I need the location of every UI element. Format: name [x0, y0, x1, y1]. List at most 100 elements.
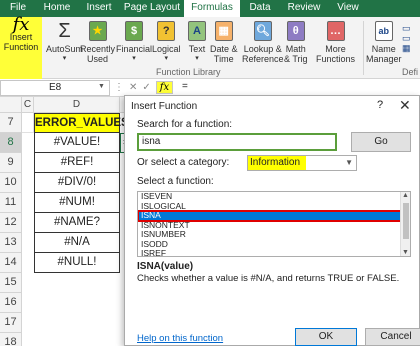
tab-data[interactable]: Data — [240, 0, 280, 17]
function-list[interactable]: ISEVEN ISLOGICAL ISNA ISNONTEXT ISNUMBER… — [137, 191, 411, 257]
tab-formulas[interactable]: Formulas — [184, 0, 240, 17]
name-manager-icon: ab — [373, 20, 395, 42]
name-box[interactable]: E8 — [0, 80, 110, 96]
autosum-button[interactable]: Σ AutoSum ▾ — [46, 20, 83, 64]
row-header-15[interactable]: 15 — [0, 273, 22, 293]
function-item-isodd[interactable]: ISODD — [138, 239, 410, 250]
date-time-button[interactable]: ▦ Date & Time — [210, 20, 238, 64]
logical-button[interactable]: ? Logical ▾ — [152, 20, 181, 64]
math-trig-button[interactable]: θ Math & Trig — [284, 20, 308, 64]
calendar-book-icon: ▦ — [213, 20, 235, 42]
lookup-reference-button[interactable]: 🔍︎ Lookup & Reference — [242, 20, 284, 64]
financial-button[interactable]: $ Financial ▾ — [116, 20, 152, 64]
tab-home[interactable]: Home — [36, 0, 78, 17]
more-functions-line1: More — [325, 44, 346, 54]
cancel-icon[interactable]: ✕ — [129, 82, 137, 93]
create-from-selection-icon: ▦ — [402, 43, 411, 53]
category-value: Information — [248, 156, 307, 170]
select-all-corner[interactable] — [0, 97, 22, 113]
use-in-formula-icon: ▭ — [402, 33, 411, 43]
category-label: Or select a category: — [137, 157, 230, 168]
column-header-c[interactable]: C — [22, 97, 34, 113]
function-list-scrollbar[interactable]: ▲ ▼ — [400, 192, 410, 256]
insert-function-small-icon[interactable]: fx — [155, 81, 174, 94]
define-name-icons[interactable]: ▭ ▭ ▦ — [402, 23, 411, 53]
insert-function-line1: Insert — [9, 32, 33, 42]
insert-function-button[interactable]: fx Insert Function — [0, 16, 42, 79]
star-book-icon: ★ — [87, 20, 109, 42]
table-row[interactable]: #DIV/0! — [34, 173, 120, 193]
tab-review[interactable]: Review — [280, 0, 328, 17]
scrollbar-thumb[interactable] — [403, 203, 409, 239]
error-values-header-cell[interactable]: ERROR_VALUES — [34, 113, 129, 133]
row-header-14[interactable]: 14 — [0, 253, 22, 273]
recently-used-line1: Recently — [80, 44, 116, 54]
logical-label: Logical — [152, 44, 181, 54]
function-syntax: ISNA(value) — [137, 261, 194, 272]
row-header-11[interactable]: 11 — [0, 193, 22, 213]
row-header-8[interactable]: 8 — [0, 133, 22, 153]
table-row[interactable]: #NAME? — [34, 213, 120, 233]
go-button[interactable]: Go — [351, 132, 411, 152]
define-name-icon: ▭ — [402, 23, 411, 33]
more-functions-button[interactable]: … More Functions — [316, 20, 355, 64]
recently-used-line2: Used — [87, 54, 109, 64]
lookup-line1: Lookup & — [243, 44, 282, 54]
select-function-label: Select a function: — [137, 176, 214, 187]
table-row[interactable]: #N/A — [34, 233, 120, 253]
lookup-book-icon: 🔍︎ — [252, 20, 274, 42]
dialog-title: Insert Function — [131, 101, 198, 112]
table-row[interactable]: #NULL! — [34, 253, 120, 273]
text-label: Text — [188, 44, 206, 54]
insert-function-dialog: Insert Function ? ✕ Search for a functio… — [124, 95, 420, 346]
tab-insert[interactable]: Insert — [78, 0, 120, 17]
formula-bar-icons: ⋮ ✕ ✓ fx — [114, 81, 174, 94]
row-header-13[interactable]: 13 — [0, 233, 22, 253]
row-header-12[interactable]: 12 — [0, 213, 22, 233]
table-row[interactable]: #NUM! — [34, 193, 120, 213]
math-trig-line2: & Trig — [284, 54, 308, 64]
function-item-isnumber[interactable]: ISNUMBER — [138, 229, 410, 240]
tab-view[interactable]: View — [328, 0, 368, 17]
chevron-down-icon[interactable]: ▼ — [345, 156, 353, 170]
dropdown-arrow-icon: ▾ — [62, 55, 67, 62]
scroll-up-icon[interactable]: ▲ — [402, 192, 409, 199]
help-on-function-link[interactable]: Help on this function — [137, 333, 223, 344]
dropdown-arrow-icon: ▾ — [164, 55, 169, 62]
category-select[interactable]: Information ▼ — [247, 155, 357, 171]
row-header-18[interactable]: 18 — [0, 333, 22, 346]
more-functions-book-icon: … — [325, 20, 347, 42]
math-trig-line1: Math — [285, 44, 306, 54]
cancel-button[interactable]: Cancel — [365, 328, 420, 346]
name-manager-button[interactable]: ab Name Manager — [366, 20, 402, 64]
group-label-function-library: Function Library — [156, 67, 221, 77]
chevron-down-icon[interactable]: ▼ — [98, 83, 105, 90]
help-icon[interactable]: ? — [377, 99, 383, 111]
ok-button[interactable]: OK — [295, 328, 357, 346]
close-icon[interactable]: ✕ — [399, 97, 411, 114]
function-item-isref[interactable]: ISREF — [138, 248, 410, 256]
row-header-10[interactable]: 10 — [0, 173, 22, 193]
search-input[interactable]: isna — [137, 133, 337, 151]
lookup-line2: Reference — [242, 54, 284, 64]
scroll-down-icon[interactable]: ▼ — [402, 249, 409, 256]
text-button[interactable]: A Text ▾ — [186, 20, 208, 64]
enter-icon[interactable]: ✓ — [142, 82, 150, 93]
recently-used-button[interactable]: ★ Recently Used — [80, 20, 115, 64]
row-header-9[interactable]: 9 — [0, 153, 22, 173]
tab-page-layout[interactable]: Page Layout — [120, 0, 184, 17]
ribbon-separator — [363, 21, 364, 75]
function-item-islogical[interactable]: ISLOGICAL — [138, 201, 410, 212]
row-header-7[interactable]: 7 — [0, 113, 22, 133]
more-options-icon: ⋮ — [114, 82, 124, 93]
column-header-d[interactable]: D — [34, 97, 120, 113]
table-row[interactable]: #VALUE! — [34, 133, 120, 153]
formula-input[interactable]: = — [182, 81, 188, 92]
table-row[interactable]: #REF! — [34, 153, 120, 173]
function-description: Checks whether a value is #N/A, and retu… — [137, 273, 400, 284]
cell-c7[interactable] — [22, 113, 34, 133]
row-header-17[interactable]: 17 — [0, 313, 22, 333]
date-time-line1: Date & — [210, 44, 238, 54]
row-header-16[interactable]: 16 — [0, 293, 22, 313]
text-book-icon: A — [186, 20, 208, 42]
